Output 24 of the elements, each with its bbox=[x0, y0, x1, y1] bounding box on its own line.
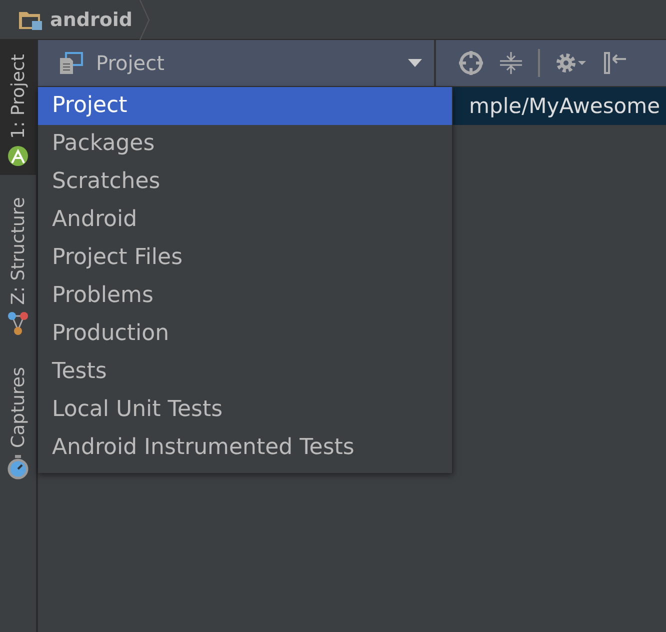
menu-item[interactable]: Android bbox=[38, 201, 452, 239]
side-tab[interactable]: 1: Project bbox=[0, 40, 36, 175]
menu-item[interactable]: Tests bbox=[38, 353, 452, 391]
side-tab[interactable]: Z: Structure bbox=[0, 174, 36, 345]
menu-item[interactable]: Project bbox=[38, 87, 452, 125]
chevron-separator-icon bbox=[138, 0, 150, 40]
caret-icon bbox=[408, 59, 422, 67]
menu-item[interactable]: Production bbox=[38, 315, 452, 353]
structure-icon bbox=[7, 310, 29, 337]
menu-item[interactable]: Problems bbox=[38, 277, 452, 315]
target-icon[interactable] bbox=[458, 50, 484, 76]
menu-item[interactable]: Project Files bbox=[38, 239, 452, 277]
menu-item[interactable]: Scratches bbox=[38, 163, 452, 201]
android-icon bbox=[7, 144, 29, 167]
stopwatch-icon bbox=[7, 454, 29, 480]
menu-item[interactable]: Local Unit Tests bbox=[38, 391, 452, 429]
menu-item[interactable]: Packages bbox=[38, 125, 452, 163]
breadcrumb-item[interactable]: android bbox=[50, 8, 132, 30]
side-tab[interactable]: Captures bbox=[0, 344, 36, 488]
menu-item[interactable]: Android Instrumented Tests bbox=[38, 429, 452, 467]
hide-panel-icon[interactable] bbox=[602, 50, 628, 76]
collapse-icon[interactable] bbox=[498, 50, 524, 76]
project-view-icon bbox=[58, 51, 84, 75]
tree-row-path: mple/MyAwesome bbox=[469, 94, 660, 118]
